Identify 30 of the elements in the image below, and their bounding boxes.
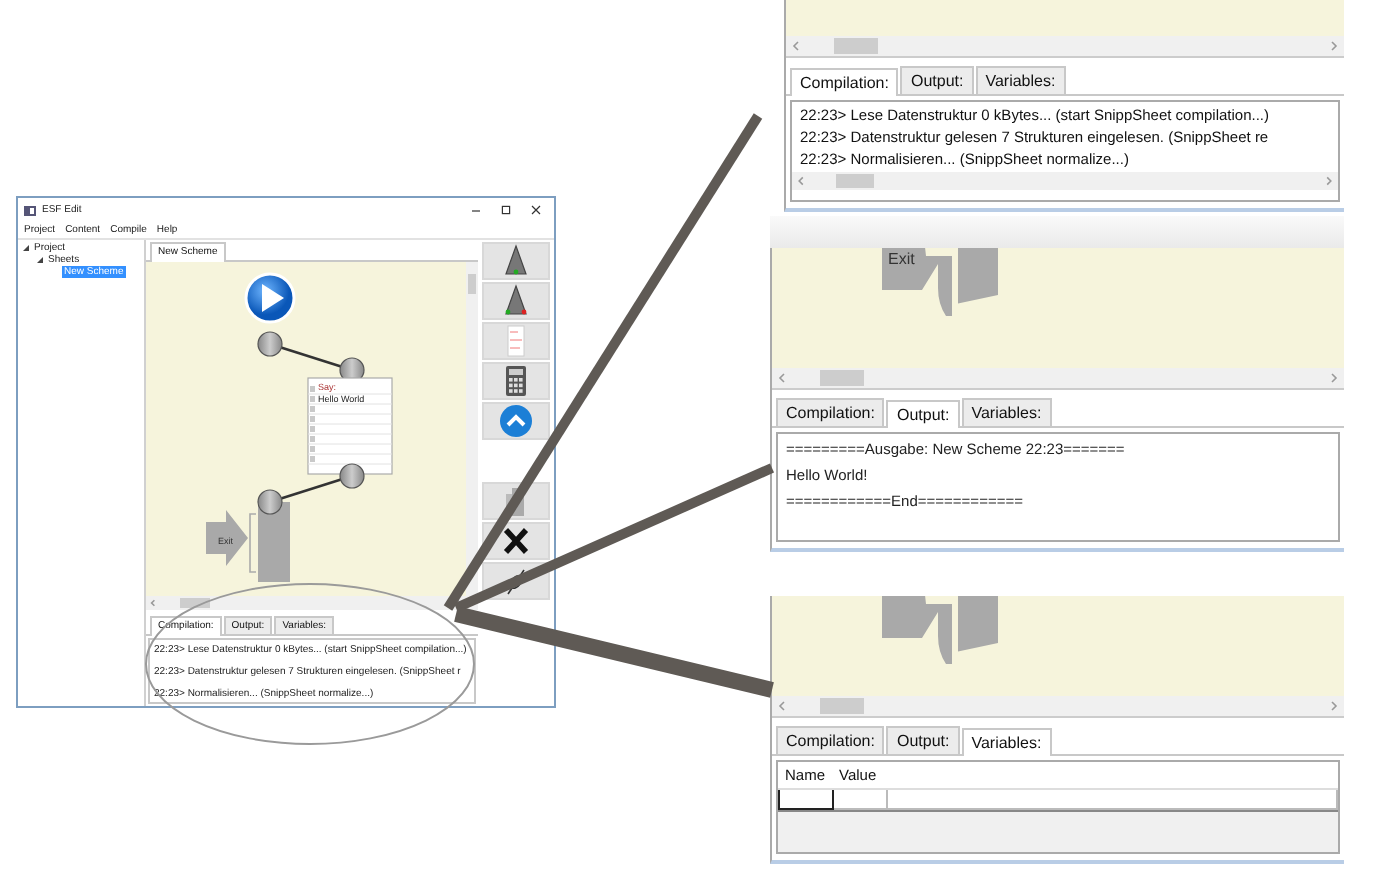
app-icon xyxy=(24,205,36,215)
tab[interactable]: Variables: xyxy=(961,398,1052,426)
tab[interactable]: Variables: xyxy=(961,728,1052,756)
tab[interactable]: Output: xyxy=(886,400,960,428)
tab[interactable]: Output: xyxy=(900,66,974,94)
start-button[interactable] xyxy=(244,272,296,324)
say-block xyxy=(307,377,393,475)
tab[interactable]: Compilation: xyxy=(776,726,885,754)
exit-label: Exit xyxy=(888,250,915,268)
scrollbar-thumb[interactable] xyxy=(179,598,211,608)
scrollbar-thumb[interactable] xyxy=(835,174,875,188)
scrollbar-thumb[interactable] xyxy=(820,370,864,386)
tab[interactable]: Compilation: xyxy=(790,68,899,96)
exit-block xyxy=(882,248,998,316)
maximize-icon xyxy=(500,204,512,216)
connector-node[interactable] xyxy=(257,489,283,515)
scrollbar-thumb[interactable] xyxy=(468,274,476,294)
exit-block xyxy=(206,502,290,582)
close-icon xyxy=(530,204,542,216)
tab[interactable]: Compilation: xyxy=(776,398,885,426)
connector-node[interactable] xyxy=(257,331,283,357)
tab[interactable]: Output: xyxy=(886,726,960,754)
scrollbar-thumb[interactable] xyxy=(820,698,864,714)
up-chevron-icon xyxy=(496,402,536,440)
connector-node[interactable] xyxy=(339,463,365,489)
tab[interactable]: Variables: xyxy=(975,66,1066,94)
minimize-icon xyxy=(470,204,482,216)
scrollbar-thumb[interactable] xyxy=(834,38,878,54)
exit-block xyxy=(882,596,998,664)
scroll-left-icon xyxy=(146,596,160,610)
